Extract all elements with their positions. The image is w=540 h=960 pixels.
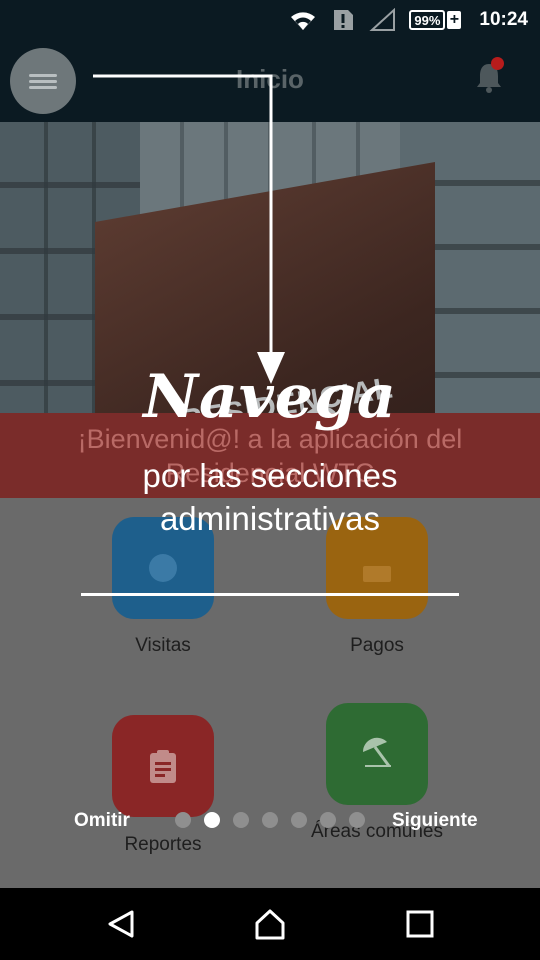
system-nav-bar [0, 888, 540, 960]
page-dot [291, 812, 307, 828]
page-dot [175, 812, 191, 828]
home-icon[interactable] [254, 908, 286, 940]
tile-reportes[interactable] [112, 715, 214, 817]
status-bar: 99% + 10:24 [0, 0, 540, 40]
recent-apps-icon[interactable] [404, 908, 436, 940]
payment-icon [363, 566, 391, 582]
page-dot [233, 812, 249, 828]
battery-indicator: 99% + [409, 10, 462, 30]
page-dot [349, 812, 365, 828]
page-title: Inicio [236, 64, 304, 94]
visitor-icon [149, 554, 177, 582]
tutorial-underline [81, 593, 459, 596]
page-dot [262, 812, 278, 828]
tutorial-subtitle: por las secciones administrativas [142, 457, 398, 537]
tile-pagos-label: Pagos [350, 635, 404, 656]
page-dot [320, 812, 336, 828]
app-bar: Inicio [0, 40, 540, 122]
tile-reportes-label: Reportes [124, 834, 202, 855]
wifi-icon [291, 12, 316, 30]
page-indicator [175, 812, 365, 828]
clock: 10:24 [479, 9, 528, 30]
notification-badge [491, 57, 504, 70]
skip-button[interactable]: Omitir [74, 810, 130, 832]
beach-umbrella-icon [362, 737, 391, 767]
clipboard-icon [150, 750, 176, 783]
next-button[interactable]: Siguiente [392, 810, 478, 832]
signal-icon [369, 8, 396, 31]
alert-icon [334, 10, 354, 30]
charging-icon: + [447, 11, 462, 29]
tutorial-title: Navega [143, 362, 397, 432]
tile-areas-comunes[interactable] [326, 703, 428, 805]
battery-level: 99% [409, 10, 446, 30]
back-icon[interactable] [106, 908, 138, 940]
tile-visitas-label: Visitas [135, 635, 191, 656]
page-dot [204, 812, 220, 828]
